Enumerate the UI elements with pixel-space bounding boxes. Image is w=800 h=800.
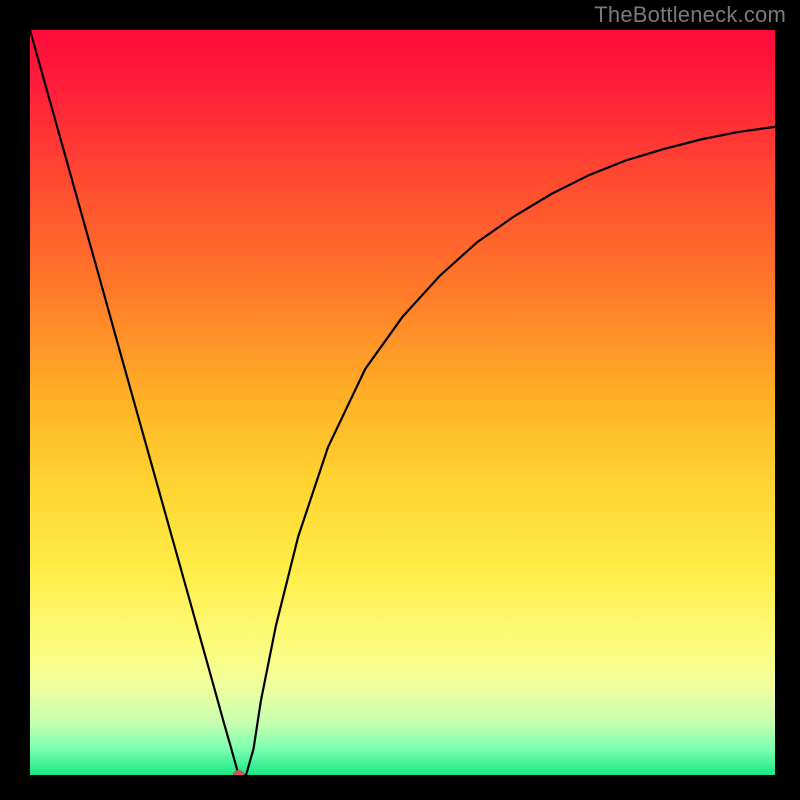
- bottleneck-curve-chart: [30, 30, 775, 775]
- plot-area: [30, 30, 775, 775]
- gradient-background: [30, 30, 775, 775]
- chart-frame: TheBottleneck.com: [0, 0, 800, 800]
- watermark-text: TheBottleneck.com: [594, 2, 786, 28]
